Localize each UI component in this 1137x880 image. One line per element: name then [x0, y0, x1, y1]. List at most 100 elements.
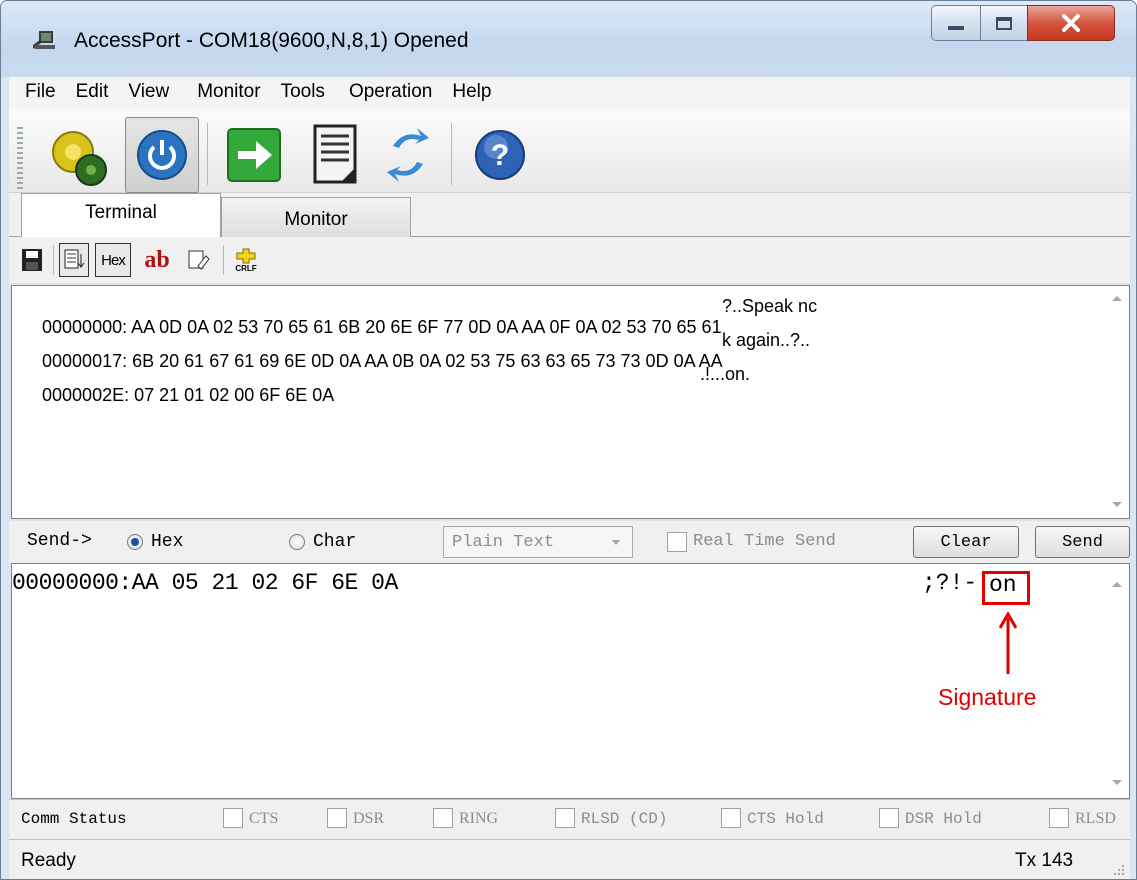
dsr-hold-label: DSR Hold — [905, 810, 982, 828]
tab-strip: Monitor Terminal — [9, 193, 1130, 238]
send-button[interactable]: Send — [1035, 526, 1130, 558]
comm-status-label: Comm Status — [21, 810, 127, 828]
status-bar: Ready Tx 143 — [9, 839, 1130, 879]
realtime-send-checkbox[interactable] — [667, 532, 687, 552]
toolbar-grip[interactable] — [17, 127, 23, 189]
title-bar[interactable]: AccessPort - COM18(9600,N,8,1) Opened — [1, 1, 1136, 77]
comm-status-bar: Comm Status CTS DSR RING RLSD (CD) CTS H… — [9, 799, 1130, 839]
main-toolbar: ? — [9, 109, 1130, 193]
menu-operation[interactable]: Operation — [335, 77, 442, 109]
dsr-hold-indicator — [879, 808, 899, 828]
receive-area[interactable]: 00000000: AA 0D 0A 02 53 70 65 61 6B 20 … — [11, 285, 1130, 519]
cts-hold-label: CTS Hold — [747, 810, 824, 828]
dsr-label: DSR — [353, 810, 385, 827]
char-radio[interactable] — [289, 534, 305, 550]
char-display-button[interactable]: ab — [137, 243, 177, 277]
plus-icon — [236, 248, 256, 263]
help-icon: ? — [475, 130, 525, 180]
format-select-value: Plain Text — [452, 533, 555, 552]
ring-indicator — [433, 808, 453, 828]
cts-indicator — [223, 808, 243, 828]
floppy-disk-icon — [22, 249, 42, 271]
scroll-down-icon — [64, 249, 85, 269]
menu-monitor[interactable]: Monitor — [179, 77, 270, 109]
document-icon — [313, 124, 357, 184]
document-button[interactable] — [299, 117, 373, 193]
hex-radio[interactable] — [127, 534, 143, 550]
minimize-button[interactable] — [931, 5, 981, 41]
dsr-indicator — [327, 808, 347, 828]
send-hex-line: 00000000:AA 05 21 02 6F 6E 0A — [12, 570, 398, 596]
tx-counter: Tx 143 — [1015, 850, 1074, 871]
row-address: 0000002E: — [42, 385, 130, 405]
help-button[interactable]: ? — [463, 117, 537, 193]
crlf-label: CRLF — [235, 263, 257, 273]
minimize-icon — [948, 26, 964, 30]
app-window: AccessPort - COM18(9600,N,8,1) Opened Fi… — [0, 0, 1137, 880]
send-input-area[interactable]: 00000000:AA 05 21 02 6F 6E 0A ;?!- on Si… — [11, 563, 1130, 799]
maximize-button[interactable] — [980, 5, 1028, 41]
autoscroll-button[interactable] — [59, 243, 89, 277]
scroll-down-icon[interactable] — [1112, 502, 1122, 507]
menu-file[interactable]: File — [9, 77, 66, 109]
close-icon — [1062, 14, 1080, 32]
status-text: Ready — [21, 850, 76, 871]
refresh-icon — [387, 128, 429, 182]
realtime-send-label: Real Time Send — [693, 532, 836, 551]
refresh-button[interactable] — [371, 117, 445, 193]
row-hex: 07 21 01 02 00 6F 6E 0A — [134, 385, 335, 405]
save-button[interactable] — [17, 243, 47, 277]
power-icon — [137, 130, 187, 180]
send-file-button[interactable] — [217, 117, 291, 193]
cts-label: CTS — [249, 810, 279, 827]
receive-scrollbar[interactable] — [1103, 286, 1129, 518]
send-scrollbar[interactable] — [1103, 564, 1129, 798]
settings-gear-icon — [52, 131, 107, 186]
connect-button[interactable] — [125, 117, 199, 193]
signature-annotation: Signature — [938, 684, 1037, 710]
rlsd-cd-indicator — [555, 808, 575, 828]
toolbar-separator — [53, 245, 54, 275]
char-radio-label: Char — [313, 532, 357, 552]
toolbar-separator — [223, 245, 224, 275]
row-ascii: .!...on. — [700, 364, 751, 384]
tab-monitor[interactable]: Monitor — [221, 197, 411, 237]
resize-grip-icon[interactable] — [1112, 863, 1126, 877]
menu-view[interactable]: View — [118, 77, 179, 109]
terminal-toolbar: Hex ab CRLF — [9, 237, 1130, 283]
menu-edit[interactable]: Edit — [66, 77, 119, 109]
arrow-up-icon — [999, 612, 1017, 674]
tab-terminal[interactable]: Terminal — [21, 193, 221, 238]
scroll-up-icon[interactable] — [1112, 582, 1122, 587]
row-ascii: ?..Speak nc — [722, 296, 818, 316]
signature-highlight-box — [982, 571, 1030, 605]
clear-button[interactable]: Clear — [913, 526, 1019, 558]
send-options-bar: Send-> Hex Char Plain Text Real Time Sen… — [9, 521, 1130, 563]
toolbar-separator — [451, 123, 452, 185]
app-icon — [33, 31, 55, 49]
window-title: AccessPort - COM18(9600,N,8,1) Opened — [74, 29, 469, 52]
chevron-down-icon — [612, 540, 620, 545]
rlsd-label: RLSD — [1075, 810, 1116, 827]
ring-label: RING — [459, 810, 499, 827]
hex-radio-label: Hex — [151, 532, 184, 552]
menu-help[interactable]: Help — [442, 77, 501, 109]
row-ascii: k again..?.. — [722, 330, 811, 350]
scroll-down-icon[interactable] — [1112, 780, 1122, 785]
close-button[interactable] — [1027, 5, 1115, 41]
crlf-button[interactable]: CRLF — [229, 243, 263, 277]
cts-hold-indicator — [721, 808, 741, 828]
send-ascii-text: ;?!- — [922, 570, 978, 596]
settings-button[interactable] — [41, 117, 115, 193]
toolbar-separator — [207, 123, 208, 185]
clear-receive-button[interactable] — [183, 243, 213, 277]
rlsd-cd-label: RLSD (CD) — [581, 810, 668, 828]
maximize-icon — [996, 16, 1012, 30]
format-select[interactable]: Plain Text — [443, 526, 633, 558]
eraser-icon — [188, 250, 210, 270]
menu-tools[interactable]: Tools — [271, 77, 335, 109]
hex-display-button[interactable]: Hex — [95, 243, 131, 277]
rlsd-indicator — [1049, 808, 1069, 828]
menu-bar: File Edit View Monitor Tools Operation H… — [9, 77, 1130, 109]
scroll-up-icon[interactable] — [1112, 296, 1122, 301]
